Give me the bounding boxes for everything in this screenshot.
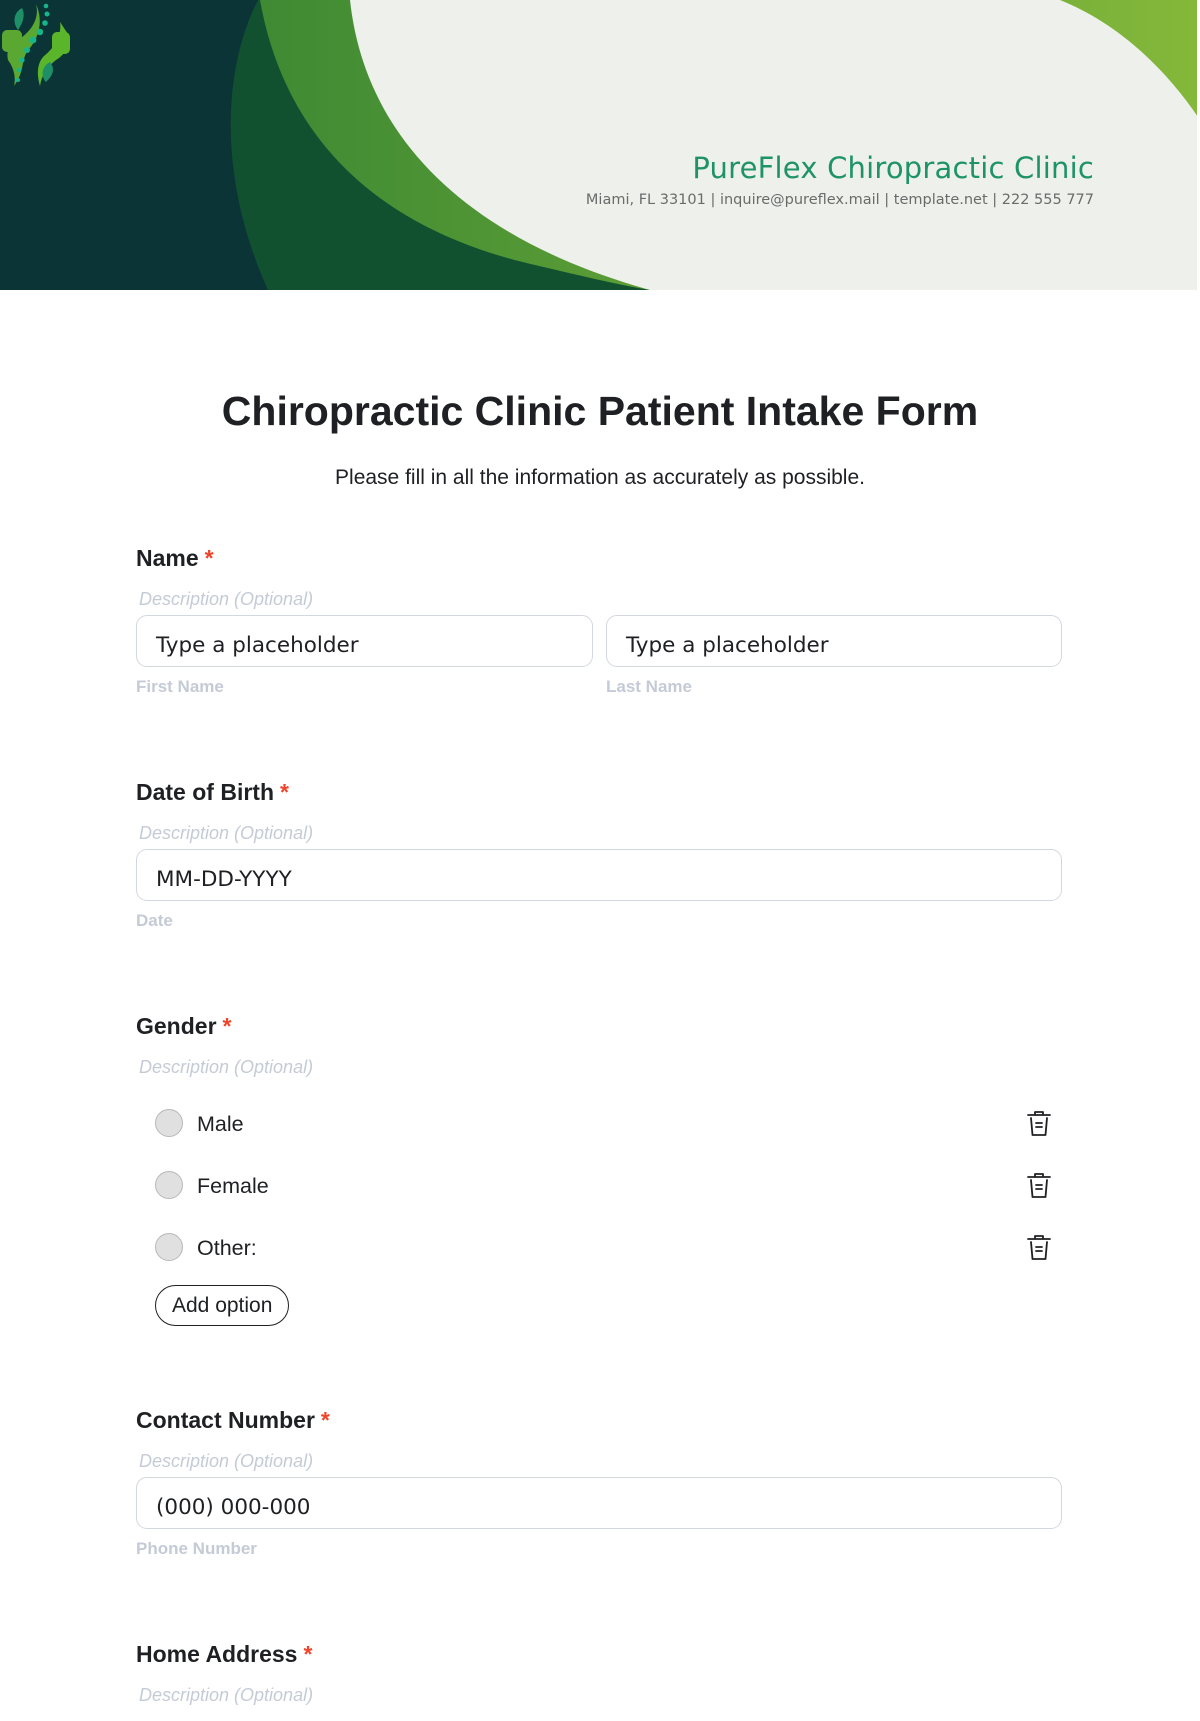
radio-button[interactable]	[155, 1109, 183, 1137]
trash-icon[interactable]	[1026, 1110, 1052, 1138]
clinic-name: PureFlex Chiropractic Clinic	[692, 151, 1094, 185]
gender-field-group: Gender * Description (Optional) Male Fema…	[136, 1013, 1062, 1343]
dob-input[interactable]: MM-DD-YYYY	[136, 849, 1062, 901]
form-title: Chiropractic Clinic Patient Intake Form	[221, 388, 979, 434]
address-label-text: Home Address	[136, 1641, 298, 1667]
trash-icon[interactable]	[1026, 1234, 1052, 1262]
phone-sublabel: Phone Number	[136, 1539, 257, 1558]
first-name-input[interactable]: Type a placeholder	[136, 615, 593, 667]
dob-description[interactable]: Description (Optional)	[139, 823, 313, 844]
radio-button[interactable]	[155, 1171, 183, 1199]
name-description[interactable]: Description (Optional)	[139, 589, 313, 610]
dob-sublabel: Date	[136, 911, 173, 930]
option-label[interactable]: Male	[197, 1112, 244, 1137]
required-asterisk: *	[280, 779, 289, 805]
option-label[interactable]: Female	[197, 1174, 269, 1199]
clinic-header-banner: PureFlex Chiropractic Clinic Miami, FL 3…	[0, 0, 1200, 290]
dob-label: Date of Birth *	[136, 779, 289, 806]
gender-option-female[interactable]: Female	[155, 1171, 1062, 1203]
trash-icon[interactable]	[1026, 1172, 1052, 1200]
dob-field-group: Date of Birth * Description (Optional) MM…	[136, 779, 1062, 949]
gender-description[interactable]: Description (Optional)	[139, 1057, 313, 1078]
contact-label: Contact Number *	[136, 1407, 330, 1434]
name-label-text: Name	[136, 545, 199, 571]
name-label: Name *	[136, 545, 214, 572]
option-label[interactable]: Other:	[197, 1236, 257, 1261]
add-option-button[interactable]: Add option	[155, 1285, 290, 1326]
required-asterisk: *	[320, 1407, 330, 1433]
form-subtitle: Please fill in all the information as ac…	[335, 466, 865, 489]
clinic-contact-line: Miami, FL 33101 | inquire@pureflex.mail …	[585, 192, 1094, 208]
first-name-sublabel: First Name	[136, 677, 224, 696]
spine-cross-logo-icon	[2, 3, 70, 86]
phone-input[interactable]: (000) 000-000	[136, 1477, 1062, 1529]
dob-label-text: Date of Birth	[136, 779, 274, 805]
contact-label-text: Contact Number	[136, 1407, 315, 1433]
required-asterisk: *	[303, 1641, 313, 1667]
name-field-group: Name * Description (Optional) Type a plac…	[136, 545, 1062, 715]
last-name-input[interactable]: Type a placeholder	[606, 615, 1062, 667]
address-field-group: Home Address * Description (Optional)	[136, 1641, 1062, 1721]
last-name-sublabel: Last Name	[606, 677, 692, 696]
required-asterisk: *	[204, 545, 214, 571]
contact-description[interactable]: Description (Optional)	[139, 1451, 313, 1472]
contact-field-group: Contact Number * Description (Optional) (…	[136, 1407, 1062, 1577]
gender-option-other[interactable]: Other:	[155, 1233, 1062, 1265]
header-background-shapes	[0, 0, 1200, 290]
required-asterisk: *	[222, 1013, 232, 1039]
gender-label-text: Gender	[136, 1013, 217, 1039]
address-label: Home Address *	[136, 1641, 312, 1668]
address-description[interactable]: Description (Optional)	[139, 1685, 313, 1706]
radio-button[interactable]	[155, 1233, 183, 1261]
gender-option-male[interactable]: Male	[155, 1109, 1062, 1141]
gender-label: Gender *	[136, 1013, 231, 1040]
